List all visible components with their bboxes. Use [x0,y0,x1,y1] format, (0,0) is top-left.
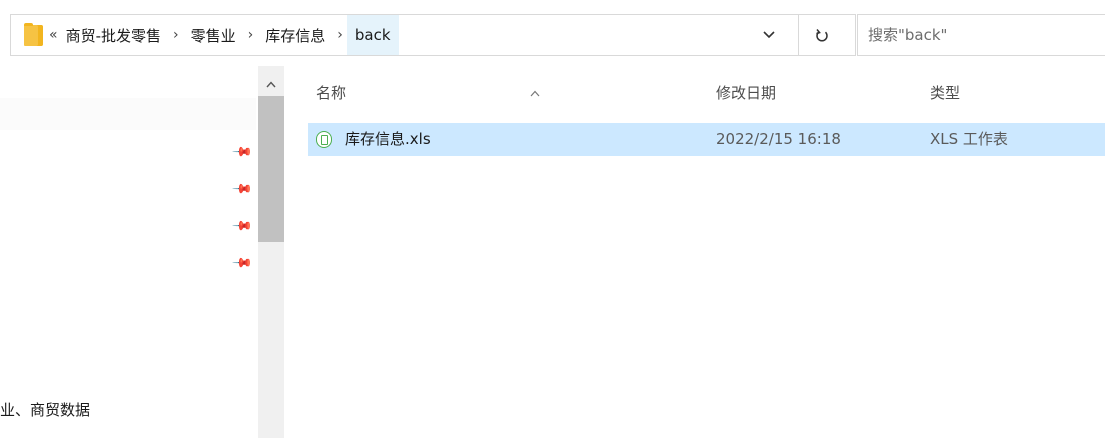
nav-item[interactable]: 业、商贸数据 [0,398,90,422]
sort-ascending-icon [530,82,540,104]
pin-icon[interactable]: 📌 [231,178,254,201]
chevron-right-icon[interactable]: › [248,27,254,43]
column-header-label: 类型 [930,84,961,102]
chevron-right-icon[interactable]: › [337,27,343,43]
file-type: XLS 工作表 [930,130,1008,148]
breadcrumb-item[interactable]: 零售业 [191,25,236,46]
file-modified: 2022/2/15 16:18 [716,130,841,148]
breadcrumb-item[interactable]: 库存信息 [265,25,325,46]
column-header-type[interactable]: 类型 [930,82,960,104]
pin-icon[interactable]: 📌 [231,252,254,275]
divider [798,15,799,55]
file-row[interactable]: 库存信息.xls 2022/2/15 16:18 XLS 工作表 [308,123,1105,156]
breadcrumb-current[interactable]: back [346,15,399,55]
folder-icon [24,23,43,46]
breadcrumb-overflow-button[interactable]: « [49,27,58,43]
breadcrumb-item[interactable]: 商贸-批发零售 [66,25,161,46]
chevron-right-icon[interactable]: › [173,27,179,43]
pin-icon[interactable]: 📌 [231,141,254,164]
column-header-modified[interactable]: 修改日期 [716,82,776,104]
nav-selected-item[interactable] [0,98,256,130]
navigation-pane: 📌 📌 📌 📌 业、商贸数据 [0,66,284,438]
file-list: 名称 修改日期 类型 库存信息.xls 2022/2/15 16:18 XLS … [284,66,1105,438]
search-input[interactable] [868,15,1098,55]
search-box[interactable] [857,14,1105,56]
scroll-up-button[interactable] [258,74,284,94]
nav-scrollbar[interactable] [258,66,284,438]
pin-icon[interactable]: 📌 [231,215,254,238]
chevron-down-icon[interactable] [759,25,779,45]
scrollbar-thumb[interactable] [258,96,284,242]
column-header-name[interactable]: 名称 [316,82,696,104]
column-header-label: 修改日期 [716,84,777,102]
excel-file-icon [316,131,332,148]
column-header-label: 名称 [316,84,347,102]
toolbar: « 商贸-批发零售 › 零售业 › 库存信息 › back [0,0,1105,66]
address-bar[interactable]: « 商贸-批发零售 › 零售业 › 库存信息 › back [10,14,856,56]
file-name: 库存信息.xls [345,130,431,148]
refresh-icon[interactable] [811,24,833,46]
breadcrumb: « 商贸-批发零售 › 零售业 › 库存信息 › back [47,15,399,55]
